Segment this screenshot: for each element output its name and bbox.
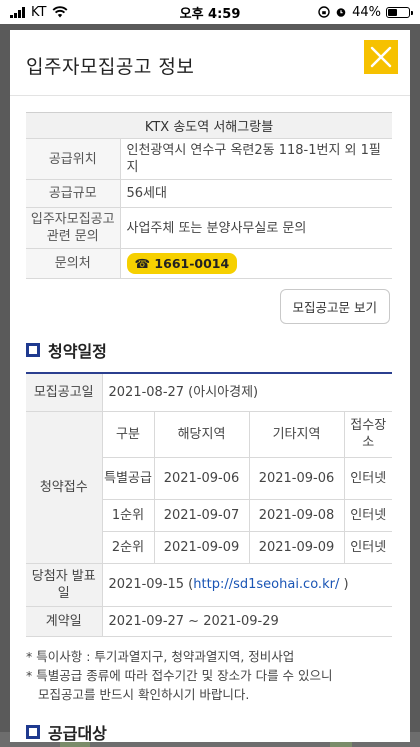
contract-label: 계약일 — [26, 606, 103, 637]
announce-label: 모집공고일 — [26, 373, 103, 412]
header-category: 구분 — [102, 411, 155, 458]
complex-name: KTX 송도역 서해그랑블 — [26, 112, 392, 139]
schedule-section-title: 청약일정 — [26, 338, 394, 362]
apply-label: 청약접수 — [26, 411, 103, 564]
clock: 오후 4:59 — [179, 6, 241, 22]
header-place: 접수장소 — [344, 411, 392, 458]
battery-percent: 44% — [352, 4, 381, 20]
note-line: * 특이사항 : 투기과열지구, 청약과열지역, 정비사업 — [26, 648, 295, 664]
table-row: 공급규모 56세대 — [26, 179, 392, 208]
view-notice-button[interactable]: 모집공고문 보기 — [279, 289, 390, 324]
schedule-title-text: 청약일정 — [48, 342, 107, 361]
row-other-date: 2021-09-09 — [249, 531, 345, 564]
row-place: 인터넷 — [344, 457, 392, 500]
supply-location-label: 공급위치 — [26, 138, 121, 180]
table-row: 문의처 ☎ 1661-0014 — [26, 248, 392, 279]
row-type: 2순위 — [102, 531, 155, 564]
row-local-date: 2021-09-06 — [154, 457, 250, 500]
table-row: 모집공고일 2021-08-27 (아시아경제) — [26, 373, 392, 412]
supply-title-text: 공급대상 — [48, 723, 107, 743]
row-place: 인터넷 — [344, 499, 392, 532]
status-bar: KT 오후 4:59 44% — [0, 0, 420, 24]
winner-label: 당첨자 발표일 — [26, 563, 103, 607]
notice-info-modal: 입주자모집공고 정보 KTX 송도역 서해그랑블 공급위치 인천광역시 연수구 … — [10, 30, 410, 742]
winner-value: 2021-09-15 (http://sd1seohai.co.kr/ ) — [102, 563, 392, 607]
supply-location-value: 인천광역시 연수구 옥련2동 118-1번지 외 1필지 — [120, 138, 392, 180]
table-row: 계약일 2021-09-27 ~ 2021-09-29 — [26, 606, 392, 637]
table-row: 당첨자 발표일 2021-09-15 (http://sd1seohai.co.… — [26, 563, 392, 607]
table-row: 청약접수 구분 해당지역 기타지역 접수장소 — [26, 411, 392, 564]
announce-value: 2021-08-27 (아시아경제) — [102, 373, 392, 412]
orientation-lock-icon — [318, 6, 330, 18]
inquiry-value: 사업주체 또는 분양사무실로 문의 — [120, 207, 392, 249]
carrier-label: KT — [31, 4, 47, 20]
note-line: 모집공고를 반드시 확인하시기 바랍니다. — [38, 686, 250, 702]
modal-title: 입주자모집공고 정보 — [26, 56, 195, 78]
supply-scale-label: 공급규모 — [26, 179, 121, 208]
section-square-icon — [26, 343, 40, 357]
alarm-icon — [336, 8, 346, 17]
supply-scale-value: 56세대 — [120, 179, 392, 208]
modal-header: 입주자모집공고 정보 — [10, 30, 410, 96]
row-place: 인터넷 — [344, 531, 392, 564]
row-type: 특별공급 — [102, 457, 155, 500]
signal-icon — [10, 6, 25, 18]
contact-label: 문의처 — [26, 248, 121, 279]
row-local-date: 2021-09-09 — [154, 531, 250, 564]
supply-section-title: 공급대상 — [26, 720, 394, 743]
complex-info-table: KTX 송도역 서해그랑블 공급위치 인천광역시 연수구 옥련2동 118-1번… — [26, 112, 392, 279]
row-other-date: 2021-09-06 — [249, 457, 345, 500]
row-local-date: 2021-09-07 — [154, 499, 250, 532]
close-icon — [370, 46, 392, 68]
table-row: 공급위치 인천광역시 연수구 옥련2동 118-1번지 외 1필지 — [26, 138, 392, 180]
battery-fill — [388, 8, 397, 16]
winner-date: 2021-09-15 ( — [108, 577, 194, 592]
section-square-icon — [26, 724, 40, 739]
row-other-date: 2021-09-08 — [249, 499, 345, 532]
contract-value: 2021-09-27 ~ 2021-09-29 — [102, 606, 392, 637]
wifi-icon — [53, 6, 68, 18]
note-line: * 특별공급 종류에 따라 접수기간 및 장소가 다를 수 있으니 — [26, 667, 333, 683]
header-local: 해당지역 — [154, 411, 250, 458]
schedule-table: 모집공고일 2021-08-27 (아시아경제) 청약접수 구분 해당지역 기타… — [26, 372, 392, 637]
phone-number-badge[interactable]: ☎ 1661-0014 — [126, 253, 238, 274]
battery-icon — [386, 6, 413, 18]
notes: * 특이사항 : 투기과열지구, 청약과열지역, 정비사업 * 특별공급 종류에… — [26, 647, 392, 704]
table-row: 입주자모집공고 관련 문의 사업주체 또는 분양사무실로 문의 — [26, 207, 392, 249]
inquiry-label: 입주자모집공고 관련 문의 — [26, 207, 121, 249]
close-button[interactable] — [364, 40, 398, 74]
winner-close: ) — [339, 577, 349, 592]
winner-link[interactable]: http://sd1seohai.co.kr/ — [193, 577, 339, 592]
row-type: 1순위 — [102, 499, 155, 532]
header-other: 기타지역 — [249, 411, 345, 458]
